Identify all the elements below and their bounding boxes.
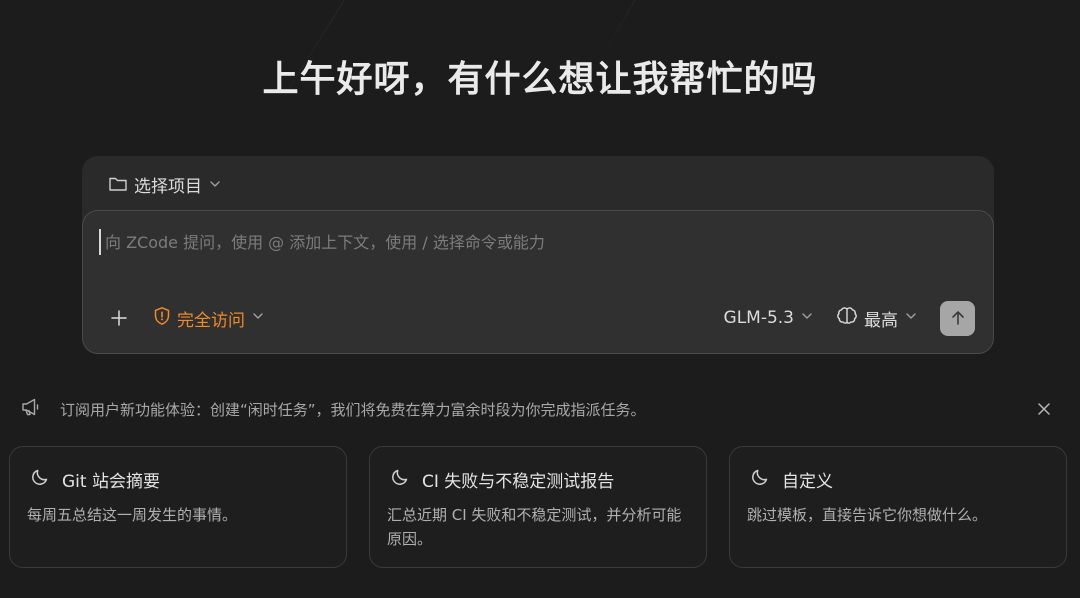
model-selector[interactable]: GLM-5.3 (724, 308, 814, 328)
model-selector-label: GLM-5.3 (723, 308, 794, 328)
card-title-row: 自定义 (750, 467, 833, 492)
composer: 选择项目 完全访问 (82, 156, 994, 354)
close-icon (1038, 403, 1050, 415)
card-title: Git 站会摘要 (62, 472, 160, 492)
moon-icon (30, 467, 50, 492)
card-title-row: Git 站会摘要 (30, 467, 160, 492)
shield-alert-icon (153, 306, 171, 331)
template-card-ci-report[interactable]: CI 失败与不稳定测试报告 汇总近期 CI 失败和不稳定测试，并分析可能原因。 (369, 446, 707, 568)
notice-text: 订阅用户新功能体验：创建“闲时任务”，我们将免费在算力富余时段为你完成指派任务。 (60, 400, 646, 419)
composer-toolbar-right: GLM-5.3 最高 (724, 300, 975, 336)
card-description: 跳过模板，直接告诉它你想做什么。 (747, 506, 988, 524)
project-selector-label: 选择项目 (134, 176, 202, 197)
template-card-custom[interactable]: 自定义 跳过模板，直接告诉它你想做什么。 (729, 446, 1067, 568)
greeting-headline: 上午好呀，有什么想让我帮忙的吗 (262, 59, 818, 100)
access-mode-button[interactable]: 完全访问 (153, 306, 265, 331)
chevron-down-icon (251, 308, 265, 328)
template-cards: Git 站会摘要 每周五总结这一周发生的事情。 CI 失败与不稳定测试报告 汇总… (9, 446, 1068, 568)
card-title: 自定义 (782, 472, 833, 492)
access-mode-label: 完全访问 (177, 310, 245, 331)
prompt-input[interactable] (99, 229, 959, 255)
reasoning-effort-label: 最高 (864, 310, 898, 331)
add-attachment-button[interactable] (107, 306, 131, 330)
send-button[interactable] (940, 300, 975, 336)
brain-icon (836, 306, 858, 331)
moon-icon (750, 467, 770, 492)
arrow-up-icon (951, 311, 964, 325)
card-title: CI 失败与不稳定测试报告 (422, 472, 615, 492)
moon-icon (390, 467, 410, 492)
chevron-down-icon (904, 308, 918, 328)
home-page: 上午好呀，有什么想让我帮忙的吗 选择项目 完全访问 (0, 0, 1080, 598)
card-description: 汇总近期 CI 失败和不稳定测试，并分析可能原因。 (387, 506, 682, 548)
folder-icon (108, 175, 128, 193)
reasoning-effort-selector[interactable]: 最高 (836, 306, 918, 331)
card-title-row: CI 失败与不稳定测试报告 (390, 467, 614, 492)
chevron-down-icon (800, 308, 814, 328)
feature-notice: 订阅用户新功能体验：创建“闲时任务”，我们将免费在算力富余时段为你完成指派任务。 (20, 396, 1060, 422)
project-selector[interactable]: 选择项目 (108, 172, 222, 197)
plus-icon (111, 310, 127, 326)
template-card-git-standup[interactable]: Git 站会摘要 每周五总结这一周发生的事情。 (9, 446, 347, 568)
composer-toolbar-left: 完全访问 (107, 303, 265, 333)
card-description: 每周五总结这一周发生的事情。 (27, 506, 238, 524)
megaphone-icon (20, 397, 42, 421)
prompt-box: 完全访问 GLM-5.3 最高 (82, 210, 994, 354)
chevron-down-icon (208, 177, 222, 191)
notice-close-button[interactable] (1034, 399, 1054, 419)
